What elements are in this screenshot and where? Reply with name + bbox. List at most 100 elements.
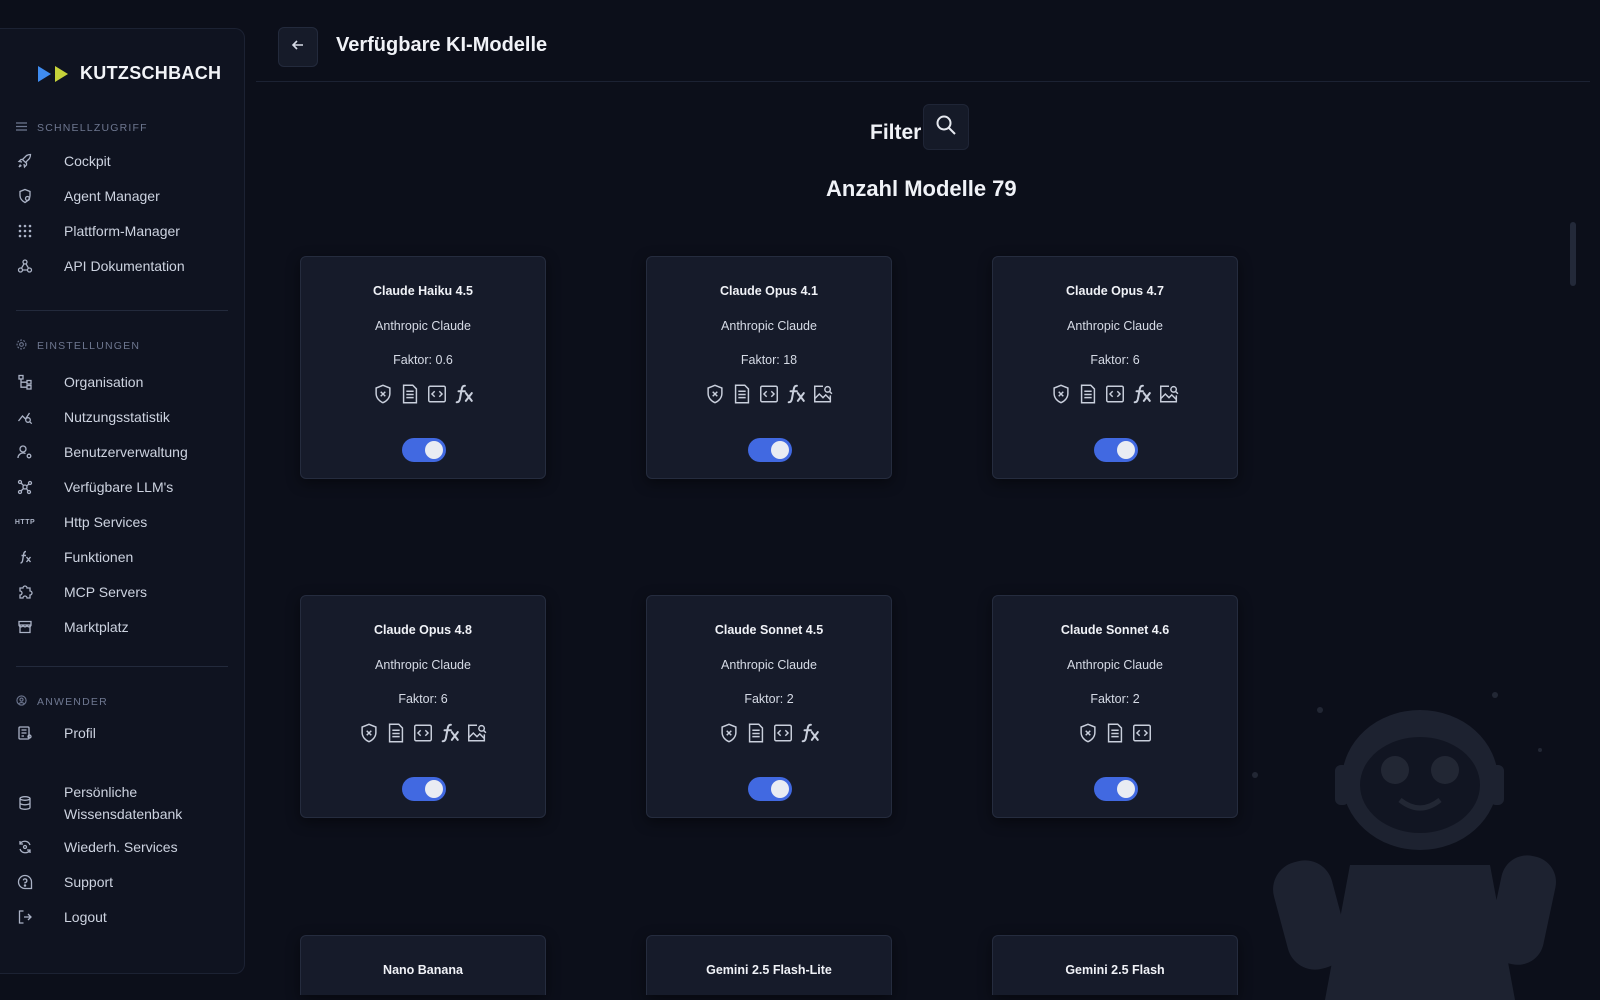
model-enabled-toggle[interactable] (1094, 777, 1138, 801)
model-name: Claude Opus 4.7 (1066, 284, 1164, 298)
search-icon (935, 114, 957, 141)
model-factor: Faktor: 2 (744, 692, 794, 706)
sidebar-item-support[interactable]: Support (16, 867, 231, 897)
shield-x-icon (1077, 722, 1099, 744)
sidebar-divider (16, 310, 228, 311)
logo-mark-blue (38, 65, 51, 82)
sidebar-item-label: Support (64, 874, 114, 890)
grid-dots-icon (16, 222, 34, 240)
capability-icons (301, 722, 545, 744)
model-factor: Faktor: 6 (1090, 353, 1140, 367)
sidebar-item-label: Nutzungsstatistik (64, 409, 170, 425)
function-icon (439, 722, 461, 744)
shield-x-icon (704, 383, 726, 405)
sidebar-item-logout[interactable]: Logout (16, 902, 231, 932)
search-button[interactable] (923, 104, 969, 150)
sidebar-item-label: Cockpit (64, 153, 111, 169)
sidebar-item-verfuegbare-llms[interactable]: Verfügbare LLM's (16, 472, 231, 502)
document-icon (1104, 722, 1126, 744)
logo[interactable]: KUTZSCHBACH (38, 63, 221, 84)
sidebar-item-label: Organisation (64, 374, 144, 390)
shield-x-icon (358, 722, 380, 744)
sidebar-item-plattform-manager[interactable]: Plattform-Manager (16, 216, 231, 246)
sidebar-item-nutzungsstatistik[interactable]: Nutzungsstatistik (16, 402, 231, 432)
section-einstellungen: EINSTELLUNGEN (16, 339, 140, 353)
filter-label: Filter (870, 121, 922, 144)
user-circle-icon (16, 695, 27, 709)
sidebar-item-label: Agent Manager (64, 188, 160, 204)
model-vendor: Anthropic Claude (721, 319, 817, 333)
sidebar-item-organisation[interactable]: Organisation (16, 367, 231, 397)
help-icon (16, 873, 34, 891)
model-name: Gemini 2.5 Flash (1065, 963, 1165, 977)
back-button[interactable] (278, 27, 318, 67)
image-search-icon (1158, 383, 1180, 405)
model-factor: Faktor: 0.6 (393, 353, 453, 367)
model-enabled-toggle[interactable] (402, 777, 446, 801)
model-factor: Faktor: 18 (740, 353, 798, 367)
scrollbar[interactable] (1570, 222, 1576, 286)
code-icon (1131, 722, 1153, 744)
function-icon (16, 548, 34, 566)
sidebar-item-label: Persönliche Wissensdatenbank (64, 784, 183, 822)
network-icon (16, 478, 34, 496)
robot-illustration (1252, 692, 1556, 1000)
toggle-knob (771, 441, 789, 459)
sidebar-item-label: MCP Servers (64, 584, 147, 600)
shield-x-icon (372, 383, 394, 405)
sidebar-item-label: Http Services (64, 514, 148, 530)
image-search-icon (466, 722, 488, 744)
sidebar-item-label: Verfügbare LLM's (64, 479, 174, 495)
model-enabled-toggle[interactable] (402, 438, 446, 462)
capability-icons (647, 722, 891, 744)
model-enabled-toggle[interactable] (1094, 438, 1138, 462)
capability-icons (993, 722, 1237, 744)
sidebar-item-agent-manager[interactable]: Agent Manager (16, 181, 231, 211)
sidebar-item-label: Funktionen (64, 549, 134, 565)
sidebar-divider (16, 666, 228, 667)
model-card: Claude Sonnet 4.5 Anthropic Claude Fakto… (646, 595, 892, 818)
sidebar-item-label: Benutzerverwaltung (64, 444, 188, 460)
function-icon (1131, 383, 1153, 405)
menu-icon (16, 122, 27, 134)
section-schnellzugriff: SCHNELLZUGRIFF (16, 122, 148, 134)
shield-x-icon (718, 722, 740, 744)
function-icon (453, 383, 475, 405)
sidebar-item-label: Marktplatz (64, 619, 129, 635)
logout-icon (16, 908, 34, 926)
capability-icons (993, 383, 1237, 405)
model-enabled-toggle[interactable] (748, 777, 792, 801)
model-card: Claude Opus 4.8 Anthropic Claude Faktor:… (300, 595, 546, 818)
section-title: SCHNELLZUGRIFF (37, 122, 148, 134)
page-title: Verfügbare KI-Modelle (336, 34, 548, 56)
profile-list-icon (16, 724, 34, 742)
model-name: Nano Banana (383, 963, 463, 977)
sidebar: KUTZSCHBACH SCHNELLZUGRIFF Cockpit Agent… (0, 28, 245, 974)
sidebar-item-mcp-servers[interactable]: MCP Servers (16, 577, 231, 607)
hierarchy-icon (16, 373, 34, 391)
model-card: Claude Opus 4.1 Anthropic Claude Faktor:… (646, 256, 892, 479)
model-count: Anzahl Modelle 79 (826, 176, 1017, 202)
model-card: Claude Sonnet 4.6 Anthropic Claude Fakto… (992, 595, 1238, 818)
model-name: Gemini 2.5 Flash-Lite (706, 963, 832, 977)
model-card: Claude Opus 4.7 Anthropic Claude Faktor:… (992, 256, 1238, 479)
sidebar-item-wiederh-services[interactable]: Wiederh. Services (16, 832, 231, 862)
sidebar-item-wissensdatenbank[interactable]: Persönliche Wissensdatenbank (16, 781, 231, 825)
sidebar-item-http-services[interactable]: HTTP Http Services (15, 507, 231, 537)
model-card: Gemini 2.5 Flash-Lite (646, 935, 892, 995)
code-icon (412, 722, 434, 744)
model-enabled-toggle[interactable] (748, 438, 792, 462)
sidebar-item-cockpit[interactable]: Cockpit (16, 146, 231, 176)
sidebar-item-funktionen[interactable]: Funktionen (16, 542, 231, 572)
sidebar-item-profil[interactable]: Profil (16, 718, 231, 748)
model-card: Claude Haiku 4.5 Anthropic Claude Faktor… (300, 256, 546, 479)
sidebar-item-api-dokumentation[interactable]: API Dokumentation (16, 251, 231, 281)
model-vendor: Anthropic Claude (1067, 319, 1163, 333)
model-card: Nano Banana (300, 935, 546, 995)
sidebar-item-marktplatz[interactable]: Marktplatz (16, 612, 231, 642)
model-name: Claude Opus 4.8 (374, 623, 472, 637)
sidebar-item-benutzerverwaltung[interactable]: Benutzerverwaltung (16, 437, 231, 467)
toggle-knob (1117, 441, 1135, 459)
section-anwender: ANWENDER (16, 695, 108, 709)
document-icon (1077, 383, 1099, 405)
